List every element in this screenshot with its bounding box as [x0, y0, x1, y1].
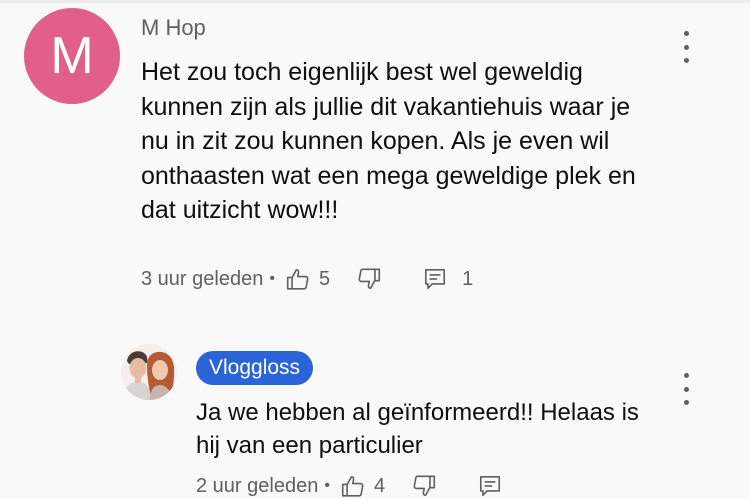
more-vertical-icon-dot: [683, 58, 689, 63]
comment-timestamp[interactable]: 3 uur geleden: [141, 268, 263, 291]
thumbs-down-icon: [356, 266, 382, 292]
reply-text: Ja we hebben al geïnformeerd!! Helaas is…: [196, 399, 639, 459]
more-vertical-icon: [683, 31, 689, 36]
reply-reply-button[interactable]: [477, 473, 503, 499]
more-vertical-icon-dot: [683, 400, 689, 405]
dislike-button[interactable]: [356, 266, 382, 292]
reply-more-button[interactable]: [682, 373, 690, 405]
comment-text: Het zou toch eigenlijk best wel geweldig…: [141, 58, 636, 224]
reply-timestamp[interactable]: 2 uur geleden: [196, 475, 318, 498]
comment-icon: [477, 473, 503, 499]
channel-avatar[interactable]: [121, 344, 177, 400]
more-vertical-icon-dot: [683, 386, 689, 392]
meta-separator: •: [324, 477, 330, 494]
like-count: 5: [318, 267, 331, 290]
reply-meta-row: 2 uur geleden • 4: [196, 473, 503, 499]
like-button[interactable]: [285, 266, 311, 292]
reply-dislike-button[interactable]: [411, 473, 437, 499]
reply-like-button[interactable]: [340, 473, 366, 499]
channel-author-badge[interactable]: Vloggloss: [196, 351, 314, 385]
meta-separator: •: [269, 270, 275, 287]
reply-count[interactable]: 1: [462, 268, 473, 291]
thumbs-up-icon: [285, 266, 311, 292]
more-vertical-icon-dot: [683, 44, 689, 50]
comment-meta-row: 3 uur geleden • 5 1: [141, 266, 473, 292]
commenter-avatar[interactable]: M: [24, 8, 120, 104]
thumbs-down-icon: [411, 473, 437, 499]
avatar-letter: M: [50, 27, 94, 85]
more-vertical-icon: [683, 373, 689, 378]
comment-author[interactable]: M Hop: [141, 15, 206, 41]
reply-button[interactable]: [422, 266, 448, 292]
thumbs-up-icon: [340, 473, 366, 499]
comment-more-button[interactable]: [682, 31, 690, 63]
comment-icon: [422, 266, 448, 292]
reply-like-count: 4: [373, 474, 386, 497]
top-divider: [0, 0, 750, 3]
